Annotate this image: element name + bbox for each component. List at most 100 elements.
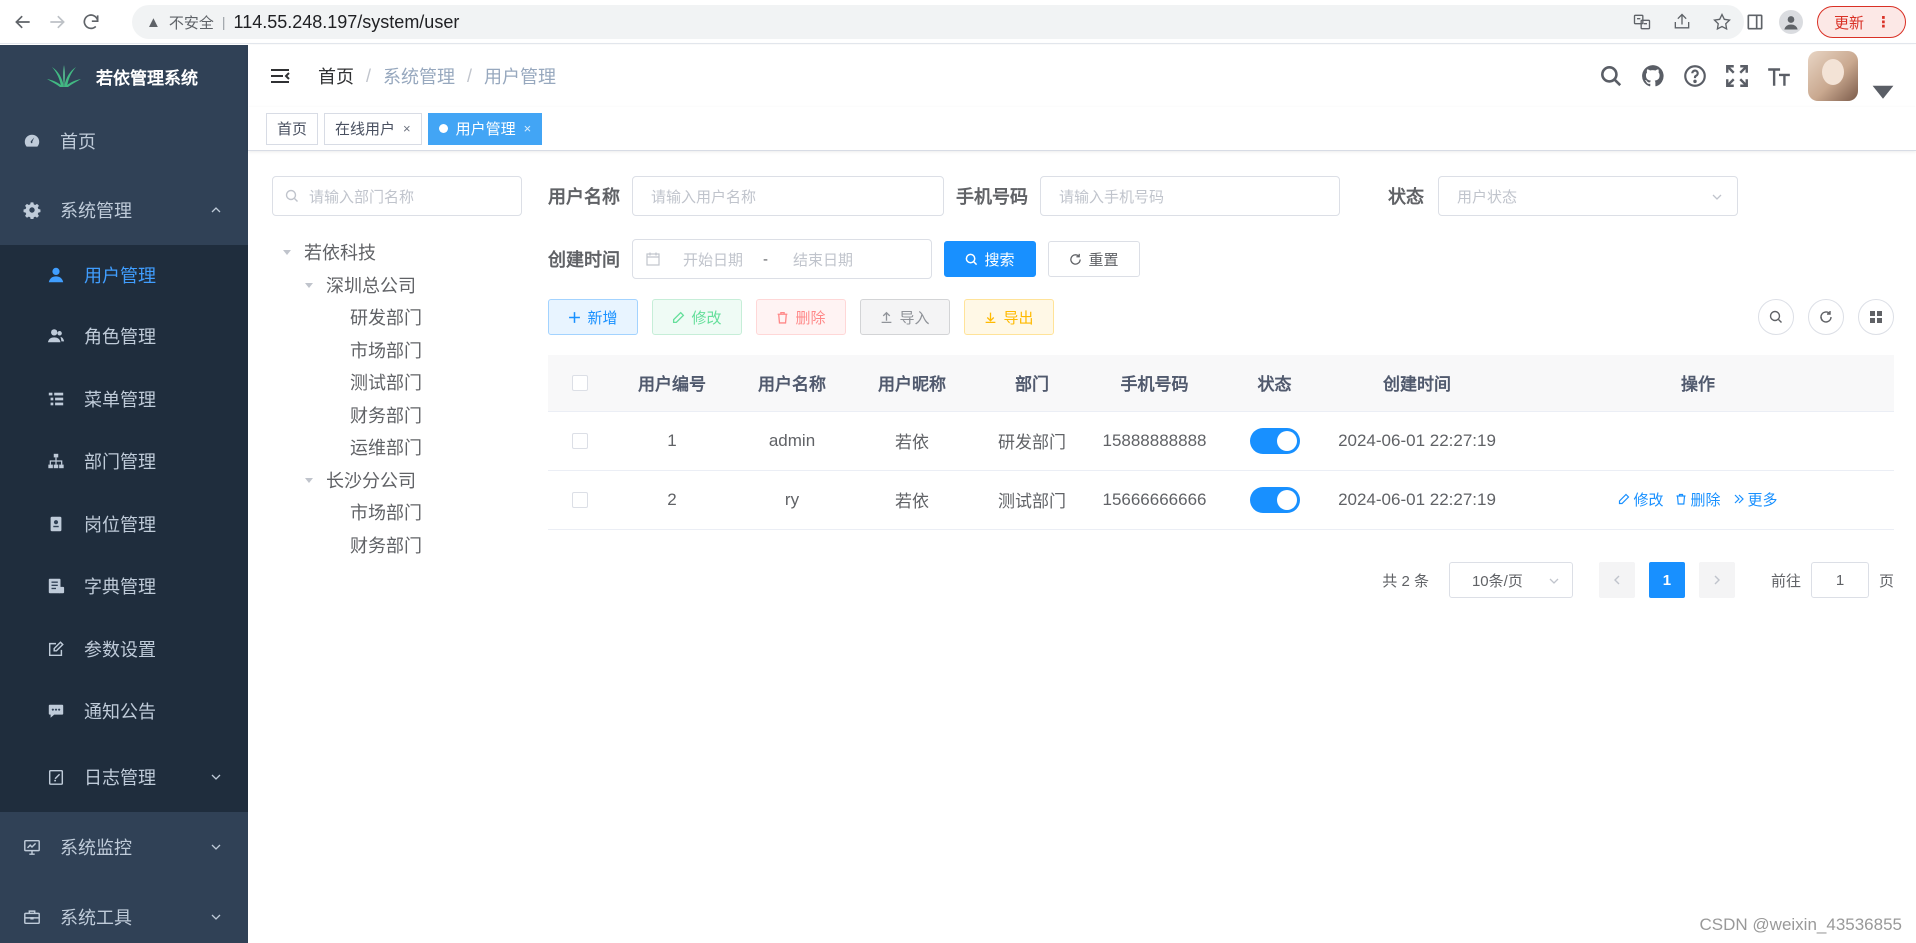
caret-down-icon[interactable] xyxy=(304,475,314,485)
date-range-picker[interactable]: 开始日期 - 结束日期 xyxy=(632,239,932,279)
monitor-icon xyxy=(22,837,42,857)
sidebar-item-user[interactable]: 用户管理 xyxy=(0,245,248,305)
menu-dots-icon: ⋮ xyxy=(1876,14,1891,31)
sidebar-item-post[interactable]: 岗位管理 xyxy=(0,493,248,556)
grid-icon xyxy=(1870,311,1882,323)
warning-icon: ▲ xyxy=(146,13,161,31)
tree-node-branch[interactable]: 长沙分公司 xyxy=(272,464,522,497)
status-select[interactable]: 用户状态 xyxy=(1438,176,1738,216)
tree-node-root[interactable]: 若依科技 xyxy=(272,236,522,269)
tree-node-leaf[interactable]: 研发部门 xyxy=(272,301,522,334)
update-button[interactable]: 更新 ⋮ xyxy=(1816,6,1906,38)
search-icon[interactable] xyxy=(1598,63,1624,89)
menu-home[interactable]: 首页 xyxy=(0,107,248,175)
tree-node-leaf[interactable]: 测试部门 xyxy=(272,366,522,399)
columns-button[interactable] xyxy=(1858,299,1894,335)
reload-icon[interactable] xyxy=(74,5,108,39)
page-size-select[interactable]: 10条/页 xyxy=(1448,562,1573,598)
row-delete-link[interactable]: 删除 xyxy=(1675,489,1721,510)
tag-user-management[interactable]: 用户管理 × xyxy=(427,112,543,145)
status-switch[interactable] xyxy=(1249,486,1300,513)
forward-icon[interactable] xyxy=(40,5,74,39)
action-toolbar: 新增 修改 删除 导入 导出 xyxy=(548,299,1894,335)
import-button[interactable]: 导入 xyxy=(860,299,950,335)
sidebar-item-log[interactable]: 日志管理 xyxy=(0,743,248,812)
bookmark-star-icon[interactable] xyxy=(1712,12,1732,32)
tree-node-leaf[interactable]: 市场部门 xyxy=(272,334,522,367)
font-size-icon[interactable] xyxy=(1766,63,1792,89)
page-jump: 前往 1 页 xyxy=(1771,562,1894,598)
caret-down-icon[interactable] xyxy=(282,247,292,257)
reset-button[interactable]: 重置 xyxy=(1048,241,1140,277)
sidebar-item-role[interactable]: 角色管理 xyxy=(0,305,248,368)
menu-tools[interactable]: 系统工具 xyxy=(0,882,248,943)
translate-icon[interactable] xyxy=(1632,12,1652,32)
edit-button[interactable]: 修改 xyxy=(652,299,742,335)
row-checkbox[interactable] xyxy=(572,433,588,450)
side-panel-icon[interactable] xyxy=(1745,12,1765,32)
dept-search-input[interactable]: 请输入部门名称 xyxy=(272,176,522,216)
cell-id: 1 xyxy=(612,411,732,471)
tag-online-user[interactable]: 在线用户 × xyxy=(324,112,422,145)
trash-icon xyxy=(1676,494,1686,505)
username-input[interactable]: 请输入用户名称 xyxy=(632,176,944,216)
fullscreen-icon[interactable] xyxy=(1724,63,1750,89)
column-header: 用户名称 xyxy=(732,355,852,412)
calendar-icon xyxy=(646,252,660,266)
caret-down-icon[interactable] xyxy=(304,280,314,290)
close-icon[interactable]: × xyxy=(403,121,411,136)
menu-monitor[interactable]: 系统监控 xyxy=(0,812,248,882)
add-button[interactable]: 新增 xyxy=(548,299,638,335)
tree-node-leaf[interactable]: 财务部门 xyxy=(272,529,522,562)
hamburger-icon[interactable] xyxy=(268,64,292,88)
close-icon[interactable]: × xyxy=(524,121,532,136)
toggle-search-button[interactable] xyxy=(1758,299,1794,335)
tree-node-branch[interactable]: 深圳总公司 xyxy=(272,269,522,302)
refresh-icon xyxy=(1070,253,1082,265)
avatar[interactable] xyxy=(1808,51,1858,101)
prev-page-button[interactable] xyxy=(1598,562,1635,598)
caret-down-icon[interactable] xyxy=(1870,78,1896,104)
delete-button[interactable]: 删除 xyxy=(756,299,846,335)
github-icon[interactable] xyxy=(1640,63,1666,89)
search-button[interactable]: 搜索 xyxy=(944,241,1036,277)
export-button[interactable]: 导出 xyxy=(964,299,1054,335)
sidebar-item-dept[interactable]: 部门管理 xyxy=(0,430,248,493)
tag-home[interactable]: 首页 xyxy=(266,112,319,145)
tree-node-leaf[interactable]: 财务部门 xyxy=(272,399,522,432)
row-edit-link[interactable]: 修改 xyxy=(1618,489,1663,510)
breadcrumb-home[interactable]: 首页 xyxy=(318,63,354,89)
help-icon[interactable] xyxy=(1682,63,1708,89)
sidebar-item-config[interactable]: 参数设置 xyxy=(0,618,248,681)
tag-label: 在线用户 xyxy=(335,121,396,138)
sidebar-item-dict[interactable]: 字典管理 xyxy=(0,555,248,618)
sidebar-item-notice[interactable]: 通知公告 xyxy=(0,680,248,743)
active-dot-icon xyxy=(438,124,448,133)
next-page-button[interactable] xyxy=(1698,562,1735,598)
page-number-current[interactable]: 1 xyxy=(1648,562,1685,598)
refresh-button[interactable] xyxy=(1808,299,1844,335)
share-icon[interactable] xyxy=(1672,12,1692,32)
back-icon[interactable] xyxy=(6,5,40,39)
status-switch[interactable] xyxy=(1249,427,1300,454)
address-bar[interactable]: ▲ 不安全 | 114.55.248.197/system/user xyxy=(132,5,1744,39)
phone-input[interactable]: 请输入手机号码 xyxy=(1040,176,1340,216)
row-more-link[interactable]: 更多 xyxy=(1733,489,1778,510)
end-date-placeholder[interactable]: 结束日期 xyxy=(793,249,853,270)
row-checkbox[interactable] xyxy=(572,492,588,509)
tree-node-leaf[interactable]: 运维部门 xyxy=(272,431,522,464)
start-date-placeholder[interactable]: 开始日期 xyxy=(683,249,763,270)
sidebar-item-menu[interactable]: 菜单管理 xyxy=(0,368,248,431)
app-logo[interactable]: 若依管理系统 xyxy=(0,45,248,107)
tree-node-label: 运维部门 xyxy=(350,438,422,459)
cell-actions xyxy=(1502,411,1894,471)
sidebar-item-label: 通知公告 xyxy=(84,702,156,723)
tree-node-leaf[interactable]: 市场部门 xyxy=(272,496,522,529)
menu-system[interactable]: 系统管理 xyxy=(0,187,248,233)
goto-page-input[interactable]: 1 xyxy=(1810,562,1869,598)
profile-icon[interactable] xyxy=(1778,10,1803,34)
column-header: 部门 xyxy=(972,355,1092,412)
tree-table-icon xyxy=(46,389,66,409)
menu-tools-label: 系统工具 xyxy=(60,907,132,928)
select-all-checkbox[interactable] xyxy=(572,375,588,392)
